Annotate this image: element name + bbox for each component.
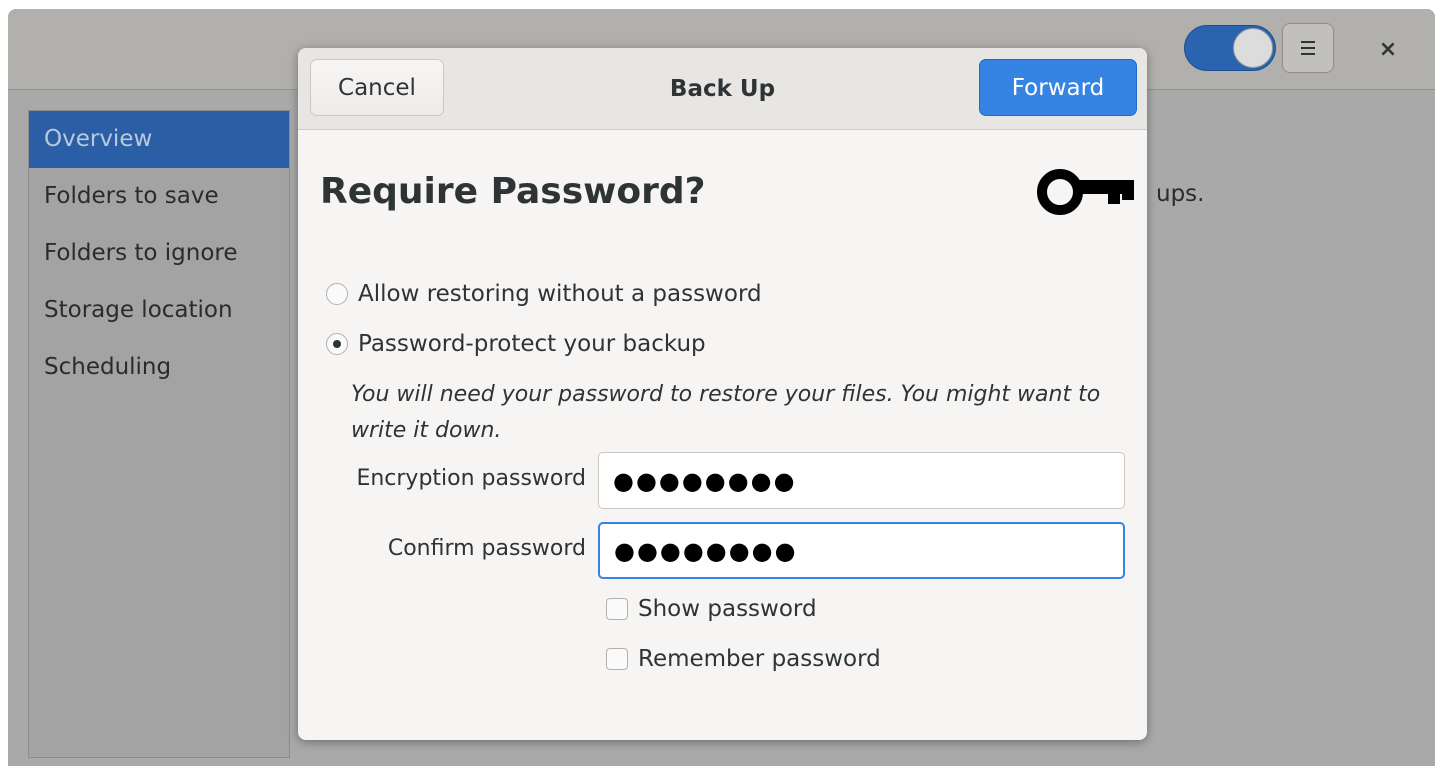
confirm-password-label: Confirm password <box>387 536 586 561</box>
remember-password-checkbox[interactable] <box>606 648 628 670</box>
sidebar-item-storage-location[interactable]: Storage location <box>29 282 289 339</box>
hamburger-icon <box>1301 41 1315 55</box>
sidebar-item-overview[interactable]: Overview <box>29 111 289 168</box>
checkbox-label: Show password <box>638 596 817 622</box>
confirm-password-input[interactable]: ●●●●●●●● <box>598 522 1125 579</box>
checkbox-label: Remember password <box>638 646 881 672</box>
sidebar-item-label: Folders to save <box>44 183 219 209</box>
sidebar: Overview Folders to save Folders to igno… <box>28 110 290 758</box>
toggle-switch[interactable] <box>1184 25 1276 71</box>
sidebar-item-label: Overview <box>44 126 153 152</box>
sidebar-item-label: Folders to ignore <box>44 240 238 266</box>
radio-button[interactable] <box>326 283 348 305</box>
page-title: Require Password? <box>320 171 706 212</box>
remember-password-option[interactable]: Remember password <box>606 646 881 672</box>
radio-button[interactable] <box>326 333 348 355</box>
encryption-password-label: Encryption password <box>356 466 586 491</box>
radio-no-password[interactable]: Allow restoring without a password <box>326 281 762 307</box>
radio-label: Allow restoring without a password <box>358 281 762 307</box>
sidebar-item-scheduling[interactable]: Scheduling <box>29 339 289 396</box>
sidebar-item-folders-to-save[interactable]: Folders to save <box>29 168 289 225</box>
show-password-checkbox[interactable] <box>606 598 628 620</box>
forward-button[interactable]: Forward <box>979 59 1137 116</box>
encryption-password-input[interactable]: ●●●●●●●● <box>598 452 1125 509</box>
toggle-switch-knob <box>1233 28 1273 68</box>
sidebar-item-label: Storage location <box>44 297 233 323</box>
password-note: You will need your password to restore y… <box>351 382 1101 443</box>
background-text: ups. <box>1156 181 1205 207</box>
close-icon: × <box>1378 36 1398 62</box>
radio-password-protect[interactable]: Password-protect your backup <box>326 331 706 357</box>
sidebar-item-label: Scheduling <box>44 354 172 380</box>
close-button[interactable]: × <box>1370 31 1406 67</box>
key-icon <box>1036 166 1136 222</box>
radio-label: Password-protect your backup <box>358 331 706 357</box>
menu-button[interactable] <box>1282 23 1334 73</box>
show-password-option[interactable]: Show password <box>606 596 817 622</box>
sidebar-item-folders-to-ignore[interactable]: Folders to ignore <box>29 225 289 282</box>
cancel-button[interactable]: Cancel <box>310 59 444 116</box>
backup-dialog: Cancel Back Up Forward Require Password?… <box>298 48 1147 740</box>
